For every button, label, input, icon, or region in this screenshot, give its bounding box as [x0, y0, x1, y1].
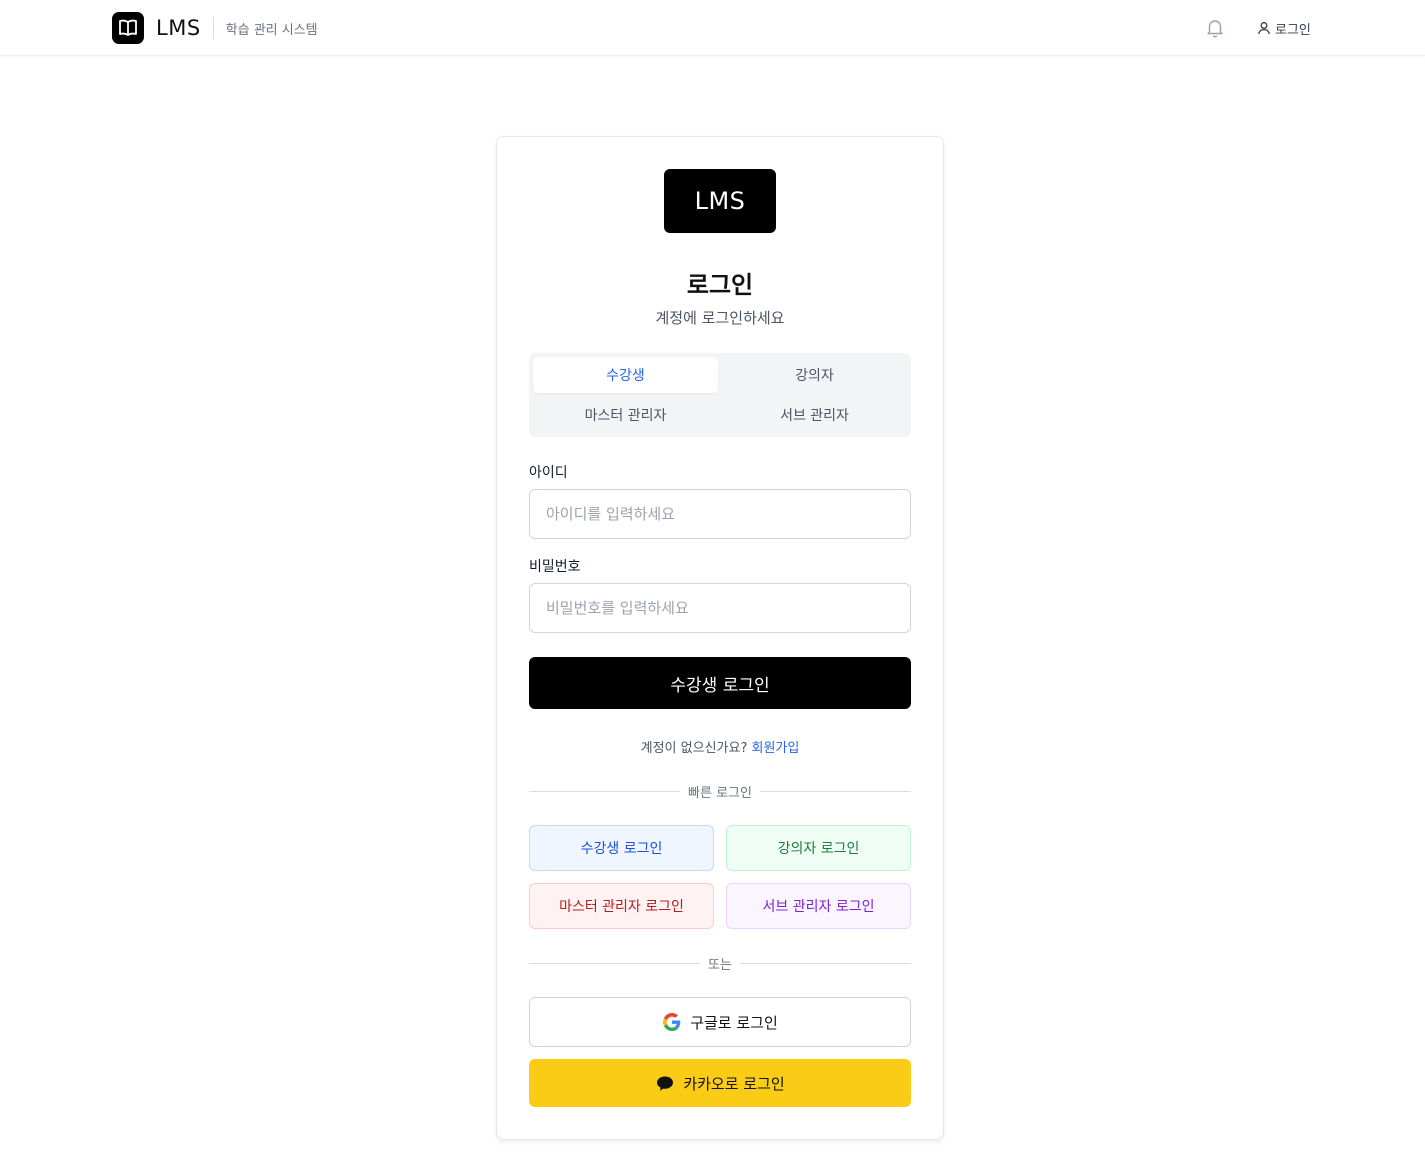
password-label: 비밀번호	[529, 559, 581, 575]
bell-icon[interactable]	[1205, 17, 1225, 39]
user-icon	[1257, 21, 1271, 35]
quick-login-divider-label: 빠른 로그인	[688, 785, 752, 801]
page-title: 로그인	[686, 271, 754, 299]
brand-name: LMS	[156, 16, 201, 40]
page-subtitle: 계정에 로그인하세요	[655, 309, 785, 327]
kakao-login-label: 카카오로 로그인	[683, 1074, 785, 1093]
or-divider: 또는	[529, 954, 912, 973]
chat-bubble-icon	[655, 1073, 675, 1093]
id-label: 아이디	[529, 465, 568, 481]
header-login-button[interactable]: 로그인	[1257, 17, 1311, 39]
top-header: LMS 학습 관리 시스템 로그인	[0, 0, 1425, 56]
divider-line	[529, 962, 701, 964]
tab-master-admin[interactable]: 마스터 관리자	[533, 397, 718, 433]
signup-link[interactable]: 회원가입	[752, 741, 800, 756]
divider-line	[529, 790, 681, 792]
card-logo: LMS	[664, 169, 776, 233]
brand[interactable]: LMS 학습 관리 시스템	[112, 12, 318, 44]
divider-line	[759, 790, 911, 792]
google-login-button[interactable]: 구글로 로그인	[529, 997, 911, 1047]
quick-login-student-button[interactable]: 수강생 로그인	[529, 825, 714, 871]
google-login-label: 구글로 로그인	[690, 1013, 778, 1032]
brand-subtitle: 학습 관리 시스템	[225, 22, 318, 38]
or-divider-label: 또는	[708, 957, 732, 973]
divider-line	[739, 962, 912, 964]
quick-login-master-button[interactable]: 마스터 관리자 로그인	[529, 883, 714, 929]
google-icon	[662, 1012, 682, 1032]
tab-instructor[interactable]: 강의자	[722, 357, 907, 393]
signup-prompt: 계정이 없으신가요? 회원가입	[497, 737, 943, 756]
book-open-icon	[112, 12, 144, 44]
quick-login-instructor-button[interactable]: 강의자 로그인	[726, 825, 911, 871]
kakao-login-button[interactable]: 카카오로 로그인	[529, 1059, 911, 1107]
password-input[interactable]	[529, 583, 911, 633]
tab-student[interactable]: 수강생	[533, 357, 718, 393]
brand-divider	[212, 17, 214, 39]
role-tabs: 수강생 강의자 마스터 관리자 서브 관리자	[529, 353, 911, 437]
tab-sub-admin[interactable]: 서브 관리자	[722, 397, 907, 433]
signup-prompt-text: 계정이 없으신가요?	[640, 741, 748, 756]
login-submit-button[interactable]: 수강생 로그인	[529, 657, 911, 709]
quick-login-divider: 빠른 로그인	[529, 782, 911, 801]
id-input[interactable]	[529, 489, 911, 539]
quick-login-sub-button[interactable]: 서브 관리자 로그인	[726, 883, 911, 929]
login-card: LMS 로그인 계정에 로그인하세요 수강생 강의자 마스터 관리자 서브 관리…	[496, 136, 944, 1140]
header-login-label: 로그인	[1275, 22, 1311, 38]
